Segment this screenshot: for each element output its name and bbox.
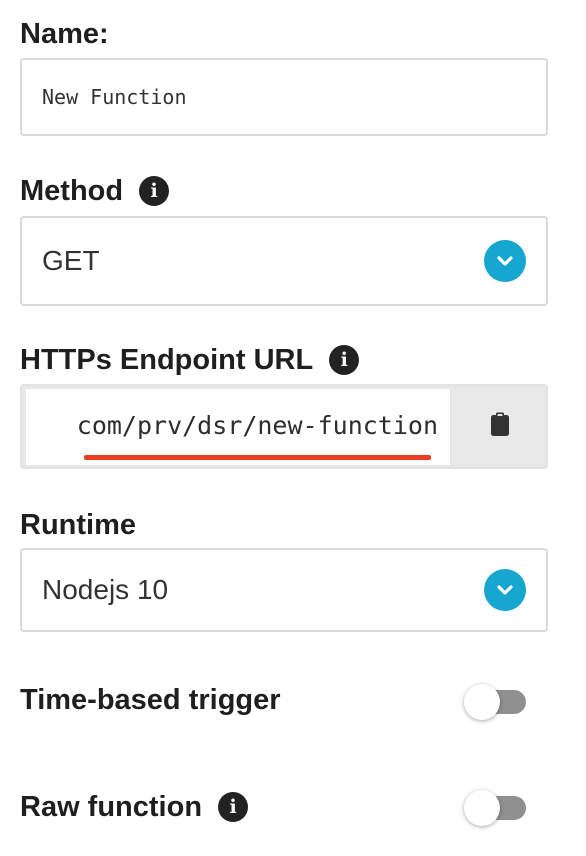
method-selected-value: GET [42,245,100,276]
raw-function-row: Raw function i [20,786,548,830]
runtime-select[interactable]: Nodejs 10 [20,548,548,632]
method-label: Method i [20,174,170,207]
info-icon[interactable]: i [139,176,170,206]
name-label-text: Name: [20,18,109,50]
toggle-knob[interactable] [464,684,500,720]
method-select[interactable]: GET [20,216,548,306]
time-trigger-label: Time-based trigger [20,686,281,715]
chevron-down-icon[interactable] [484,240,526,282]
time-trigger-label-text: Time-based trigger [20,684,281,716]
copy-url-button[interactable] [452,386,548,467]
endpoint-url-group: com/prv/dsr/new-function [20,384,548,469]
endpoint-url-text[interactable]: com/prv/dsr/new-function [77,411,438,440]
time-trigger-row: Time-based trigger [20,680,548,724]
info-icon[interactable]: i [329,345,360,375]
raw-function-label: Raw function i [20,790,249,823]
endpoint-label: HTTPs Endpoint URL i [20,343,360,376]
chevron-down-icon[interactable] [484,569,526,611]
runtime-label: Runtime [20,511,136,540]
highlight-underline [84,455,431,460]
function-settings-form: Name: Method i GET HTTPs Endpoint URL i … [0,0,586,856]
info-icon[interactable]: i [218,792,249,822]
method-label-text: Method [20,174,124,207]
runtime-selected-value: Nodejs 10 [42,574,169,605]
name-input[interactable] [20,58,548,136]
endpoint-label-text: HTTPs Endpoint URL [20,343,314,376]
toggle-knob[interactable] [464,790,500,826]
raw-function-toggle[interactable] [464,790,526,826]
clipboard-icon [489,411,511,442]
time-trigger-toggle[interactable] [464,684,526,720]
endpoint-url-field[interactable]: com/prv/dsr/new-function [26,389,450,465]
name-label: Name: [20,20,109,49]
raw-function-label-text: Raw function [20,790,203,823]
runtime-label-text: Runtime [20,509,136,541]
